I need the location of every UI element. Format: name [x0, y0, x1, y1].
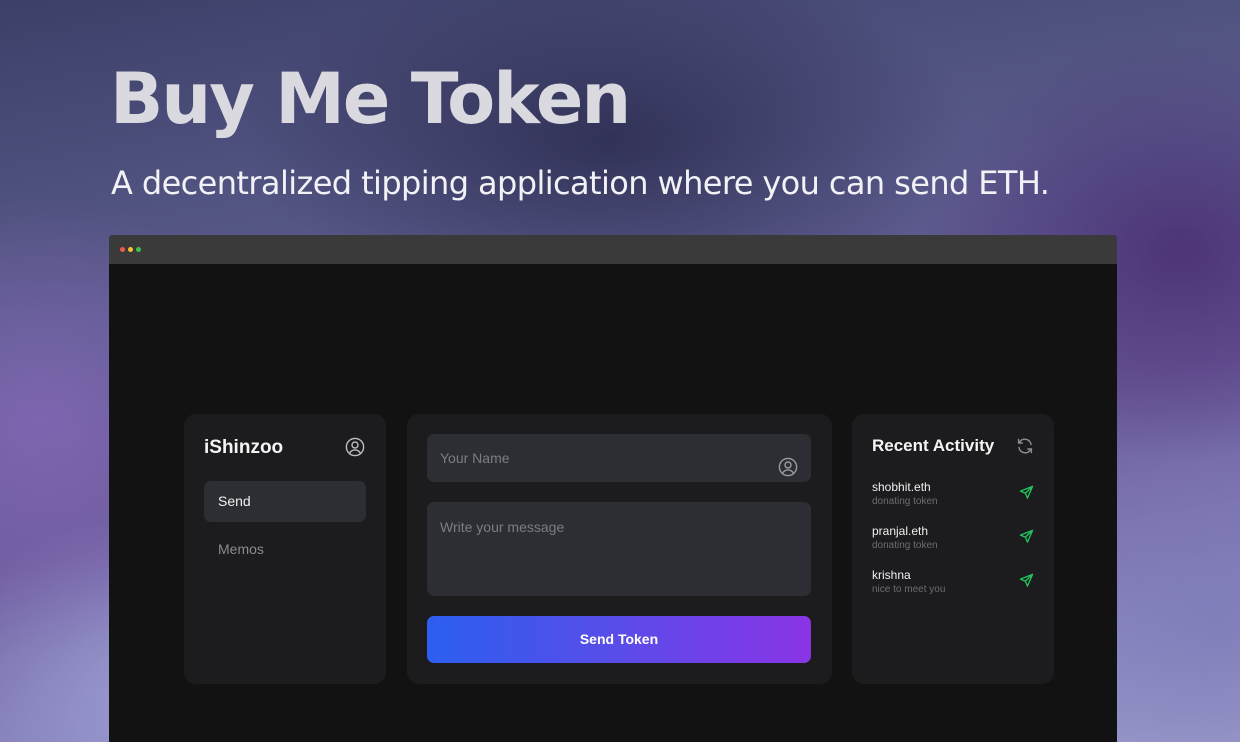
activity-sender: pranjal.eth — [872, 524, 929, 538]
browser-window: iShinzoo Send Memos Your Name Write your… — [109, 235, 1117, 742]
minimize-window-button[interactable] — [128, 247, 133, 252]
activity-sender: krishna — [872, 568, 911, 582]
recent-activity-panel: Recent Activity shobhit.eth donating tok… — [852, 414, 1054, 684]
hero-subtitle: A decentralized tipping application wher… — [111, 164, 1050, 202]
activity-message: nice to meet you — [872, 584, 946, 595]
send-form-panel: Your Name Write your message Send Token — [407, 414, 832, 684]
name-input[interactable]: Your Name — [427, 434, 811, 482]
recent-activity-title: Recent Activity — [872, 436, 995, 455]
maximize-window-button[interactable] — [136, 247, 141, 252]
activity-item[interactable]: krishna nice to meet you — [872, 568, 1034, 600]
message-input-placeholder: Write your message — [440, 519, 565, 535]
sidebar-item-send[interactable]: Send — [204, 481, 366, 522]
user-circle-icon — [778, 448, 798, 477]
sidebar-panel: iShinzoo Send Memos — [184, 414, 386, 684]
hero-title: Buy Me Token — [110, 58, 631, 140]
send-token-button[interactable]: Send Token — [427, 616, 811, 663]
message-input[interactable]: Write your message — [427, 502, 811, 596]
sidebar-item-memos[interactable]: Memos — [204, 529, 366, 570]
activity-message: donating token — [872, 540, 938, 551]
activity-message: donating token — [872, 496, 938, 507]
user-circle-icon[interactable] — [345, 437, 365, 457]
close-window-button[interactable] — [120, 247, 125, 252]
send-icon — [1019, 485, 1034, 500]
activity-item[interactable]: shobhit.eth donating token — [872, 480, 1034, 512]
window-titlebar — [109, 235, 1117, 264]
activity-item[interactable]: pranjal.eth donating token — [872, 524, 1034, 556]
refresh-icon[interactable] — [1016, 437, 1034, 455]
user-name: iShinzoo — [204, 437, 284, 458]
send-icon — [1019, 529, 1034, 544]
name-input-placeholder: Your Name — [440, 450, 510, 466]
send-icon — [1019, 573, 1034, 588]
activity-sender: shobhit.eth — [872, 480, 931, 494]
